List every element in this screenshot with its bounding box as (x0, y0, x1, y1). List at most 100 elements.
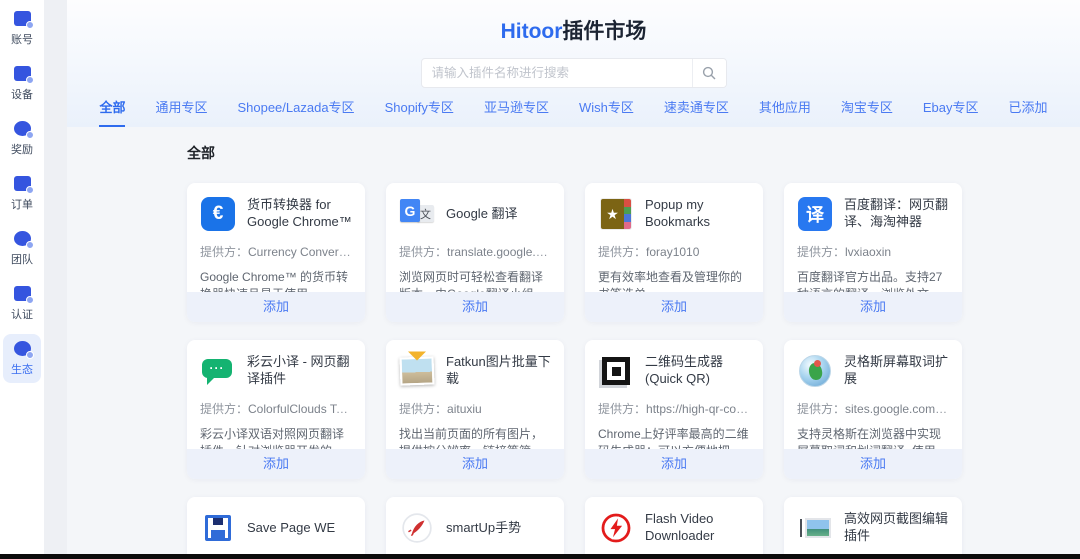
plugin-list-area: 全部 € 货币转换器 for Google Chrome™ 提供方：Curren… (67, 127, 1080, 559)
plugin-title: 高效网页截图编辑插件 (844, 511, 949, 545)
sidebar-item-account[interactable]: 账号 (3, 4, 41, 53)
device-icon (14, 66, 31, 81)
tab-all[interactable]: 全部 (99, 97, 125, 127)
plugin-provider: 提供方：Currency Converter PRO (200, 243, 352, 260)
floppy-disk-icon (205, 515, 231, 541)
plugin-title: smartUp手势 (446, 520, 551, 537)
google-translate-icon: G文 (400, 197, 434, 231)
add-button[interactable]: 添加 (187, 449, 365, 479)
sidebar-item-certification[interactable]: 认证 (3, 279, 41, 328)
plugin-card-lingoes: 灵格斯屏幕取词扩展 提供方：sites.google.com/site/lin.… (784, 340, 962, 479)
sidebar: 账号 设备 奖励 订单 团队 认证 生态 (0, 0, 44, 559)
tab-wish[interactable]: Wish专区 (579, 97, 634, 127)
page-title-suffix: 插件市场 (562, 20, 646, 43)
plugin-title: Popup my Bookmarks (645, 197, 750, 231)
sidebar-item-orders[interactable]: 订单 (3, 169, 41, 218)
plugin-provider: 提供方：foray1010 (598, 243, 750, 260)
sidebar-item-team[interactable]: 团队 (3, 224, 41, 273)
sidebar-item-ecosystem[interactable]: 生态 (3, 334, 41, 383)
plugin-card-caiyun-translate: ··· 彩云小译 - 网页翻译插件 提供方：ColorfulClouds Tec… (187, 340, 365, 479)
add-button[interactable]: 添加 (187, 292, 365, 322)
market-header: Hitoor插件市场 全部 通用专区 Shopee/Lazada专区 Shopi… (67, 0, 1080, 127)
tab-shopee-lazada[interactable]: Shopee/Lazada专区 (237, 97, 354, 127)
plugin-card-save-page-we: Save Page WE 提供方：DW-dev 添加 (187, 497, 365, 559)
tab-aliexpress[interactable]: 速卖通专区 (664, 97, 729, 127)
ecosystem-icon (14, 341, 31, 356)
flash-lightning-icon (600, 512, 632, 544)
plugin-title: 百度翻译：网页翻译、海淘神器 (844, 197, 949, 231)
tab-amazon[interactable]: 亚马逊专区 (484, 97, 549, 127)
add-button[interactable]: 添加 (386, 449, 564, 479)
plugin-title: Flash Video Downloader (645, 511, 750, 545)
plugin-title: 二维码生成器 (Quick QR) (645, 354, 750, 388)
lingoes-globe-parrot-icon (799, 355, 831, 387)
add-button[interactable]: 添加 (784, 449, 962, 479)
tab-other-apps[interactable]: 其他应用 (759, 97, 811, 127)
add-button[interactable]: 添加 (585, 449, 763, 479)
plugin-card-smartup: smartUp手势 提供方：zimoapps.com 添加 (386, 497, 564, 559)
bookmarks-icon: ★ (601, 199, 631, 229)
search-button[interactable] (692, 59, 726, 87)
add-button[interactable]: 添加 (585, 292, 763, 322)
tab-taobao[interactable]: 淘宝专区 (841, 97, 893, 127)
sidebar-item-rewards[interactable]: 奖励 (3, 114, 41, 163)
reward-icon (14, 121, 31, 136)
category-tabs: 全部 通用专区 Shopee/Lazada专区 Shopify专区 亚马逊专区 … (67, 97, 1080, 127)
section-title: 全部 (187, 143, 1080, 163)
plugin-title: Fatkun图片批量下载 (446, 354, 551, 388)
plugin-card-webpage-screenshot: 高效网页截图编辑插件 提供方：jasonsavard.com 添加 (784, 497, 962, 559)
sidebar-item-label: 账号 (11, 31, 33, 47)
add-button[interactable]: 添加 (784, 292, 962, 322)
plugin-provider: 提供方：ColorfulClouds Technolo... (200, 400, 352, 417)
search-area (67, 58, 1080, 88)
search-icon (702, 66, 716, 80)
plugin-card-currency-converter: € 货币转换器 for Google Chrome™ 提供方：Currency … (187, 183, 365, 322)
main-panel: Hitoor插件市场 全部 通用专区 Shopee/Lazada专区 Shopi… (67, 0, 1080, 559)
search-input[interactable] (422, 59, 692, 87)
sidebar-item-label: 奖励 (11, 141, 33, 157)
sidebar-item-label: 订单 (11, 196, 33, 212)
plugin-title: Save Page WE (247, 520, 352, 537)
tab-general[interactable]: 通用专区 (155, 97, 207, 127)
tab-shopify[interactable]: Shopify专区 (385, 97, 454, 127)
plugin-provider: 提供方：sites.google.com/site/lin... (797, 400, 949, 417)
plugin-card-baidu-translate: 译 百度翻译：网页翻译、海淘神器 提供方：lvxiaoxin 百度翻译官方出品。… (784, 183, 962, 322)
brand-name: Hitoor (501, 20, 563, 43)
plugin-provider: 提供方：lvxiaoxin (797, 243, 949, 260)
plugin-title: 彩云小译 - 网页翻译插件 (247, 354, 352, 388)
tab-added[interactable]: 已添加 (1009, 97, 1048, 127)
caiyun-chat-bubble-icon: ··· (202, 358, 234, 385)
plugin-provider: 提供方：translate.google.com (399, 243, 551, 260)
gesture-rocket-icon (401, 512, 433, 544)
qr-code-icon (602, 357, 630, 385)
plugin-card-fatkun: Fatkun图片批量下载 提供方：aituxiu 找出当前页面的所有图片，提供按… (386, 340, 564, 479)
sidebar-item-devices[interactable]: 设备 (3, 59, 41, 108)
window-bottom-edge (0, 554, 1080, 559)
order-icon (14, 176, 31, 191)
plugin-card-flash-video-downloader: Flash Video Downloader 提供方：Flashvideosav… (585, 497, 763, 559)
plugin-title: 灵格斯屏幕取词扩展 (844, 354, 949, 388)
plugin-card-qr-generator: 二维码生成器 (Quick QR) 提供方：https://high-qr-co… (585, 340, 763, 479)
plugin-title: 货币转换器 for Google Chrome™ (247, 197, 352, 231)
certification-icon (14, 286, 31, 301)
image-download-icon (400, 357, 434, 385)
tab-ebay[interactable]: Ebay专区 (923, 97, 979, 127)
plugin-market-window: 账号 设备 奖励 订单 团队 认证 生态 Hitoor (0, 0, 1080, 559)
sidebar-item-label: 认证 (11, 306, 33, 322)
plugin-card-google-translate: G文 Google 翻译 提供方：translate.google.com 浏览… (386, 183, 564, 322)
team-icon (14, 231, 31, 246)
plugin-title: Google 翻译 (446, 206, 551, 223)
sidebar-item-label: 团队 (11, 251, 33, 267)
sidebar-item-label: 设备 (11, 86, 33, 102)
baidu-translate-icon: 译 (798, 197, 832, 231)
plugin-grid: € 货币转换器 for Google Chrome™ 提供方：Currency … (187, 183, 1080, 559)
account-icon (14, 11, 31, 26)
plugin-provider: 提供方：https://high-qr-code-gen... (598, 400, 750, 417)
plugin-card-popup-bookmarks: ★ Popup my Bookmarks 提供方：foray1010 更有效率地… (585, 183, 763, 322)
plugin-provider: 提供方：aituxiu (399, 400, 551, 417)
currency-converter-icon: € (201, 197, 235, 231)
search-box (421, 58, 727, 88)
page-title: Hitoor插件市场 (67, 0, 1080, 45)
add-button[interactable]: 添加 (386, 292, 564, 322)
screenshot-image-icon (800, 518, 831, 538)
